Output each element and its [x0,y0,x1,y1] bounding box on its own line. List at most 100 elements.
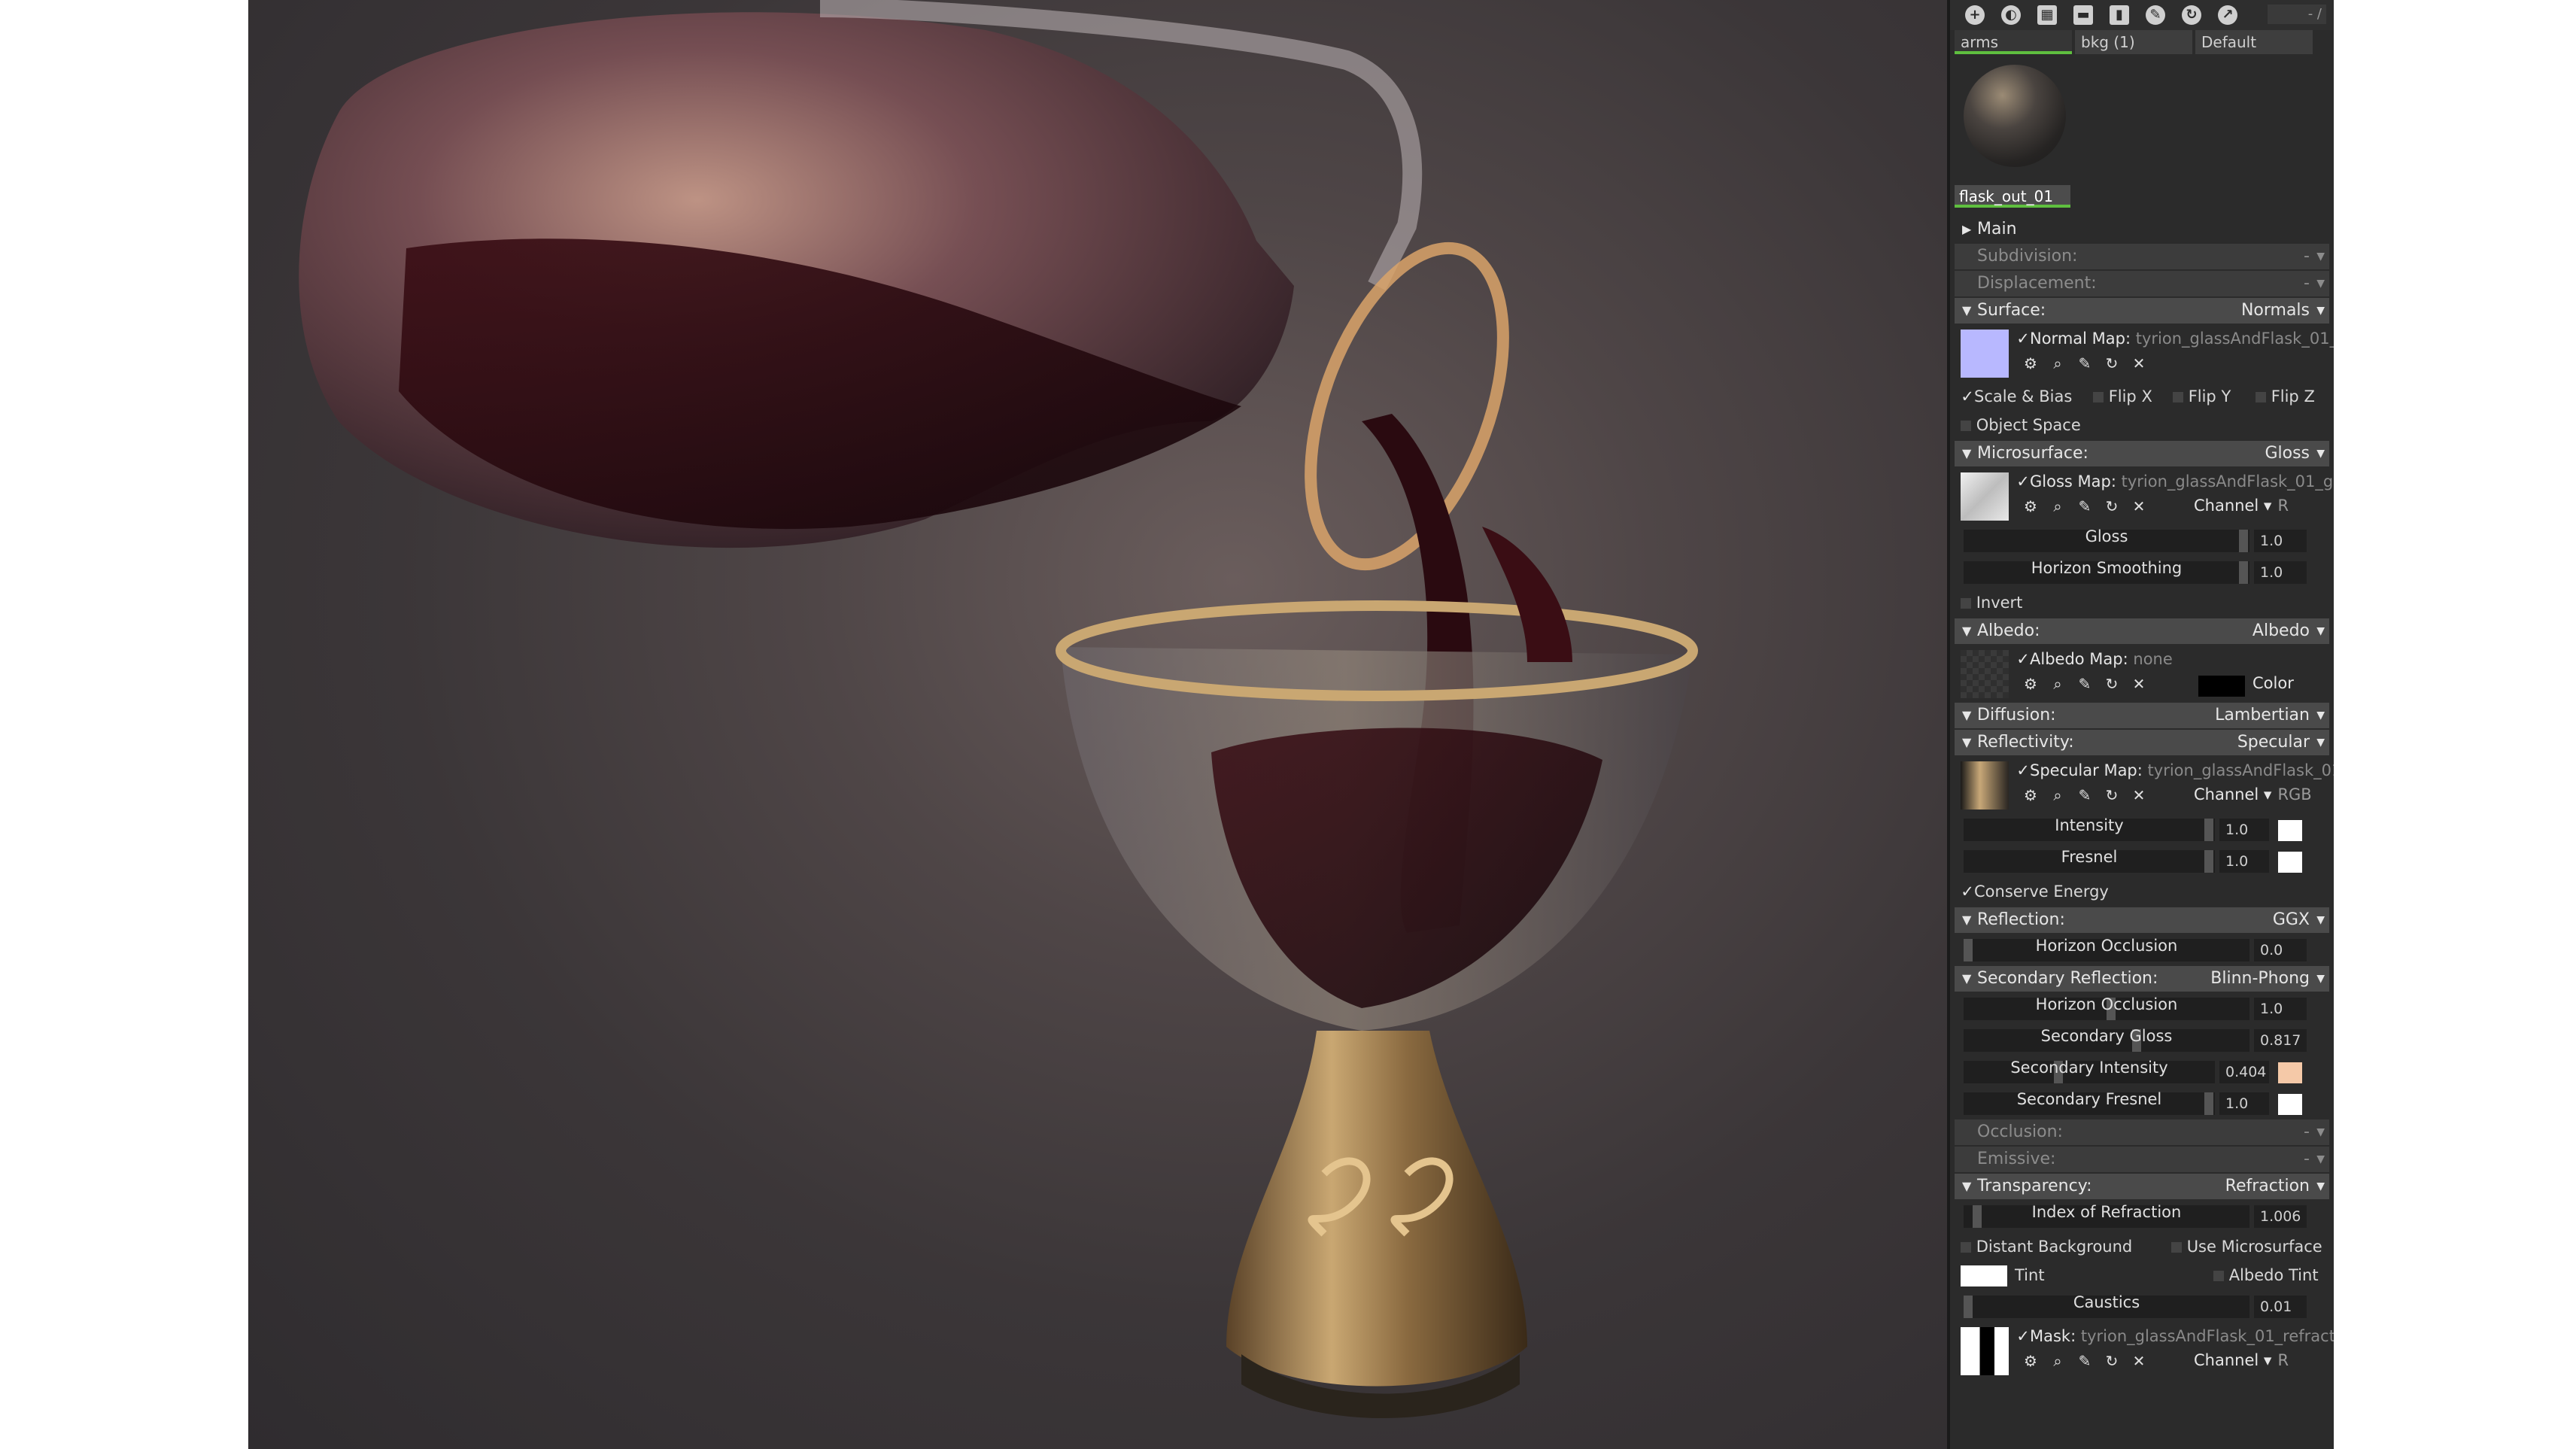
section-microsurface[interactable]: ▼ Microsurface: Gloss ▼ [1955,441,2329,466]
search-icon[interactable]: ⌕ [2049,498,2066,515]
section-diffusion[interactable]: ▼ Diffusion: Lambertian ▼ [1955,703,2329,728]
material-preview-sphere[interactable] [1964,65,2066,167]
search-icon[interactable]: ⌕ [2049,676,2066,692]
reload-icon[interactable]: ↻ [2104,355,2120,372]
close-icon[interactable]: ✕ [2131,355,2147,372]
normal-map-thumbnail[interactable] [1961,330,2009,378]
invert-checkbox[interactable]: Invert [1961,588,2022,617]
index-of-refraction-slider[interactable]: Index of Refraction 1.006 [1955,1201,2329,1231]
section-subdivision[interactable]: Subdivision: - ▼ [1955,244,2329,269]
section-reflectivity[interactable]: ▼ Reflectivity: Specular ▼ [1955,730,2329,755]
fresnel-color-swatch[interactable] [2278,852,2302,873]
flip-x-checkbox[interactable]: Flip X [2093,382,2152,411]
duplicate-material-icon[interactable]: ◐ [2001,5,2021,25]
mask-channel-dropdown[interactable]: Channel ▾ R [2194,1351,2289,1369]
intensity-color-swatch[interactable] [2278,820,2302,841]
add-material-icon[interactable]: + [1965,5,1985,25]
fresnel-value-field[interactable]: 1.0 [2219,850,2269,873]
distant-background-checkbox[interactable]: Distant Background [1961,1232,2132,1261]
gloss-map-thumbnail[interactable] [1961,472,2009,521]
reload-icon[interactable]: ↻ [2104,676,2120,692]
trash-icon[interactable]: ▮ [2110,5,2129,25]
material-tab-default[interactable]: Default [2195,30,2313,54]
section-emissive[interactable]: Emissive: - ▼ [1955,1147,2329,1172]
close-icon[interactable]: ✕ [2131,676,2147,692]
gear-icon[interactable]: ⚙ [2022,498,2039,515]
reload-icon[interactable]: ↻ [2104,787,2120,803]
object-space-checkbox[interactable]: Object Space [1961,411,2081,439]
horizon-smoothing-slider[interactable]: Horizon Smoothing 1.0 [1955,557,2329,587]
scale-bias-checkbox[interactable]: ✓Scale & Bias [1961,382,2072,411]
intensity-slider[interactable]: Intensity 1.0 [1955,814,2329,844]
mask-map-thumbnail[interactable] [1961,1327,2009,1375]
section-secondary-reflection[interactable]: ▼ Secondary Reflection: Blinn-Phong ▼ [1955,966,2329,992]
secondary-gloss-value-field[interactable]: 0.817 [2254,1029,2307,1052]
material-tab-arms[interactable]: arms [1955,30,2072,54]
close-icon[interactable]: ✕ [2131,498,2147,515]
gear-icon[interactable]: ⚙ [2022,355,2039,372]
gloss-channel-dropdown[interactable]: Channel ▾ R [2194,497,2289,515]
secondary-gloss-slider[interactable]: Secondary Gloss 0.817 [1955,1025,2329,1055]
selected-material-name[interactable]: flask_out_01 [1955,185,2070,208]
eyedropper-icon[interactable]: ✎ [2076,498,2093,515]
section-occlusion[interactable]: Occlusion: - ▼ [1955,1119,2329,1145]
section-main[interactable]: ▶ Main [1955,217,2329,242]
secondary-fresnel-color-swatch[interactable] [2278,1094,2302,1115]
section-reflection[interactable]: ▼ Reflection: GGX ▼ [1955,907,2329,933]
sync-icon[interactable]: ↻ [2182,5,2201,25]
specular-map-thumbnail[interactable] [1961,761,2009,810]
use-microsurface-checkbox[interactable]: Use Microsurface [2171,1232,2322,1261]
section-albedo[interactable]: ▼ Albedo: Albedo ▼ [1955,618,2329,644]
secondary-intensity-slider[interactable]: Secondary Intensity 0.404 [1955,1056,2329,1086]
conserve-energy-checkbox[interactable]: ✓Conserve Energy [1961,877,2109,906]
ior-value-field[interactable]: 1.006 [2254,1205,2307,1228]
caustics-slider[interactable]: Caustics 0.01 [1955,1291,2329,1321]
albedo-tint-checkbox[interactable]: Albedo Tint [2213,1261,2319,1290]
flip-y-checkbox[interactable]: Flip Y [2173,382,2231,411]
render-viewport[interactable] [248,0,1947,1449]
search-icon[interactable]: ⌕ [2049,787,2066,803]
secondary-fresnel-slider[interactable]: Secondary Fresnel 1.0 [1955,1088,2329,1118]
tint-color-swatch[interactable] [1961,1265,2007,1286]
section-surface[interactable]: ▼ Surface: Normals ▼ [1955,298,2329,324]
secondary-horizon-value-field[interactable]: 1.0 [2254,998,2307,1020]
intensity-value-field[interactable]: 1.0 [2219,819,2269,841]
secondary-intensity-color-swatch[interactable] [2278,1062,2302,1083]
eyedropper-icon[interactable]: ✎ [2076,676,2093,692]
secondary-intensity-value-field[interactable]: 0.404 [2219,1061,2269,1083]
gloss-slider[interactable]: Gloss 1.0 [1955,525,2329,555]
folder-icon[interactable]: ▬ [2073,5,2093,25]
eyedropper-icon[interactable]: ✎ [2076,1353,2093,1369]
gloss-value-field[interactable]: 1.0 [2254,530,2307,552]
gear-icon[interactable]: ⚙ [2022,787,2039,803]
material-menu-dropdown[interactable]: - / [2268,5,2326,24]
close-icon[interactable]: ✕ [2131,787,2147,803]
app-frame: + ◐ ▦ ▬ ▮ ✎ ↻ ↗ - / arms bkg (1) Default… [248,0,2334,1449]
reflection-horizon-value-field[interactable]: 0.0 [2254,939,2307,961]
section-displacement[interactable]: Displacement: - ▼ [1955,271,2329,296]
eyedropper-icon[interactable]: ✎ [2076,355,2093,372]
reload-icon[interactable]: ↻ [2104,498,2120,515]
material-tab-bkg[interactable]: bkg (1) [2075,30,2192,54]
horizon-smoothing-value-field[interactable]: 1.0 [2254,561,2307,584]
secondary-horizon-occlusion-slider[interactable]: Horizon Occlusion 1.0 [1955,993,2329,1023]
picker-icon[interactable]: ✎ [2146,5,2165,25]
close-icon[interactable]: ✕ [2131,1353,2147,1369]
search-icon[interactable]: ⌕ [2049,355,2066,372]
gear-icon[interactable]: ⚙ [2022,676,2039,692]
albedo-map-thumbnail[interactable] [1961,650,2009,698]
secondary-fresnel-value-field[interactable]: 1.0 [2219,1092,2269,1115]
fresnel-slider[interactable]: Fresnel 1.0 [1955,846,2329,876]
checker-icon[interactable]: ▦ [2037,5,2057,25]
export-icon[interactable]: ↗ [2218,5,2237,25]
section-transparency[interactable]: ▼ Transparency: Refraction ▼ [1955,1174,2329,1199]
gear-icon[interactable]: ⚙ [2022,1353,2039,1369]
flip-z-checkbox[interactable]: Flip Z [2256,382,2315,411]
albedo-color-swatch[interactable] [2198,676,2245,697]
reflection-horizon-occlusion-slider[interactable]: Horizon Occlusion 0.0 [1955,934,2329,964]
eyedropper-icon[interactable]: ✎ [2076,787,2093,803]
caustics-value-field[interactable]: 0.01 [2254,1296,2307,1318]
specular-channel-dropdown[interactable]: Channel ▾ RGB [2194,785,2312,803]
search-icon[interactable]: ⌕ [2049,1353,2066,1369]
reload-icon[interactable]: ↻ [2104,1353,2120,1369]
